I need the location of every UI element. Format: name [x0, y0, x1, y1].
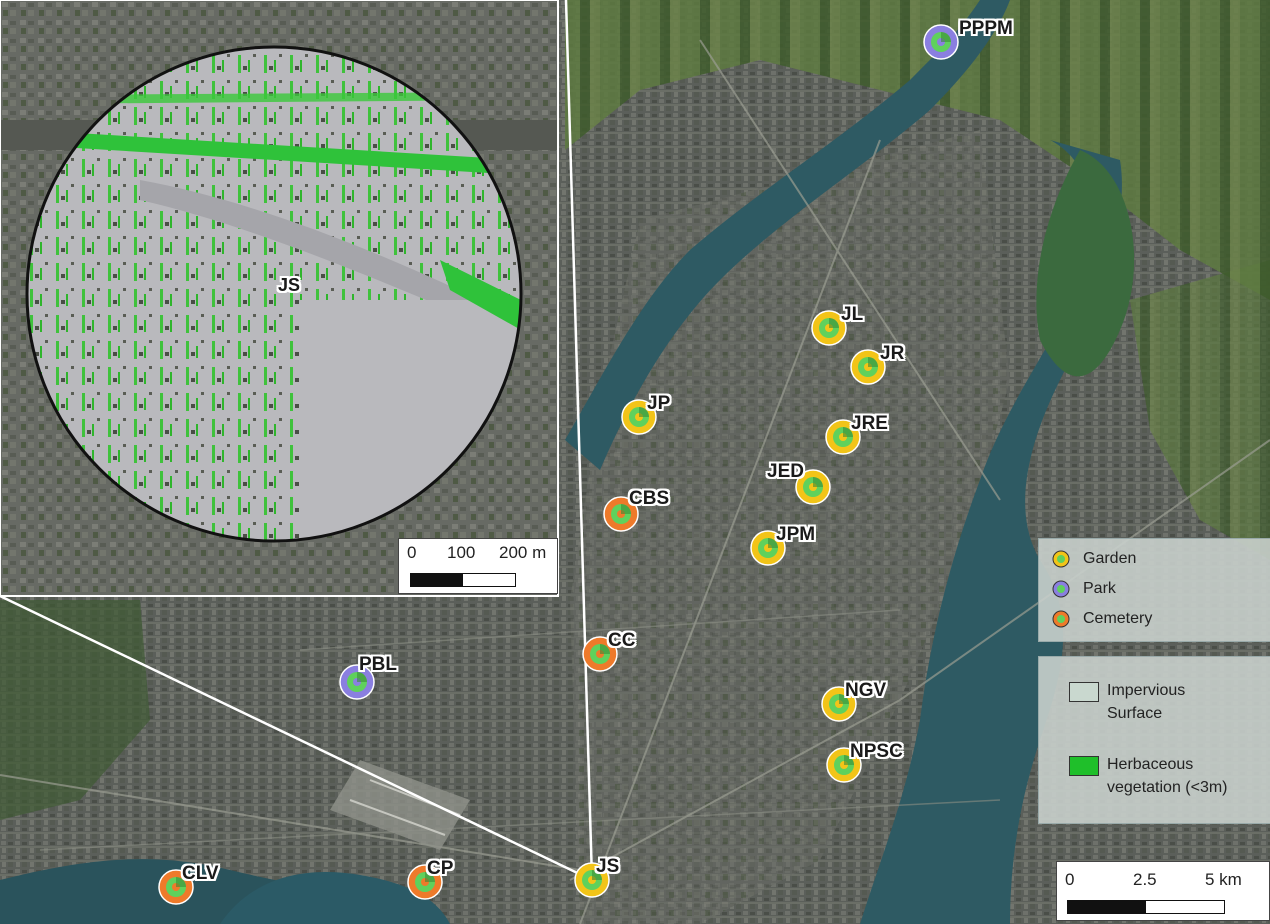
main-scale-label-2: 5 km	[1205, 870, 1242, 889]
garden-symbol-icon	[1052, 550, 1070, 568]
park-site-icon	[923, 24, 959, 60]
site-label-cbs: CBS	[629, 488, 670, 509]
site-label-jl: JL	[841, 304, 864, 325]
inset-scale-label-1: 100	[447, 543, 476, 562]
main-scale-label-1: 2.5	[1133, 870, 1157, 889]
legend-site-types: Garden Park Cemetery	[1038, 538, 1270, 642]
legend-cemetery: Cemetery	[1051, 609, 1152, 629]
site-label-jp: JP	[647, 393, 671, 414]
park-symbol-icon	[1052, 580, 1070, 598]
cemetery-symbol-icon	[1052, 610, 1070, 628]
site-label-cc: CC	[608, 630, 636, 651]
site-label-jr: JR	[880, 343, 905, 364]
herbaceous-swatch	[1069, 756, 1099, 776]
legend-impervious-line1: Impervious	[1107, 682, 1186, 699]
main-scale-label-0: 0	[1065, 870, 1075, 889]
site-label-jed: JED	[767, 461, 804, 482]
legend-park-label: Park	[1083, 580, 1116, 597]
legend-herbaceous-line2: vegetation (<3m)	[1107, 779, 1228, 796]
legend-land-cover: Impervious Surface Herbaceous vegetation…	[1038, 656, 1270, 824]
site-label-clv: CLV	[182, 863, 219, 884]
site-label-jre: JRE	[851, 413, 888, 434]
inset-scale-label-2: 200 m	[499, 543, 547, 562]
main-scalebar: 0 2.5 5 km	[1056, 861, 1270, 921]
site-label-cp: CP	[427, 858, 454, 879]
legend-impervious-line2: Surface	[1107, 705, 1163, 722]
site-label-jpm: JPM	[776, 524, 816, 545]
legend-impervious: Impervious Surface	[1069, 681, 1185, 724]
site-marker-pppm[interactable]	[922, 23, 960, 61]
legend-garden: Garden	[1051, 549, 1136, 569]
main-scale-bar	[1067, 900, 1225, 914]
site-label-pppm: PPPM	[959, 18, 1013, 39]
inset-scale-label-0: 0	[407, 543, 417, 562]
site-label-ngv: NGV	[845, 680, 887, 701]
legend-park: Park	[1051, 579, 1116, 599]
inset-site-label: JS	[278, 275, 301, 295]
legend-garden-label: Garden	[1083, 550, 1137, 567]
impervious-swatch	[1069, 682, 1099, 702]
site-label-npsc: NPSC	[850, 741, 903, 762]
inset-scalebar: 0 100 200 m	[398, 538, 558, 594]
inset-scale-bar	[410, 573, 516, 587]
legend-herbaceous-line1: Herbaceous	[1107, 756, 1194, 773]
site-label-pbl: PBL	[359, 654, 397, 675]
legend-cemetery-label: Cemetery	[1083, 610, 1153, 627]
legend-herbaceous: Herbaceous vegetation (<3m)	[1069, 755, 1228, 798]
site-label-js: JS	[596, 856, 620, 877]
